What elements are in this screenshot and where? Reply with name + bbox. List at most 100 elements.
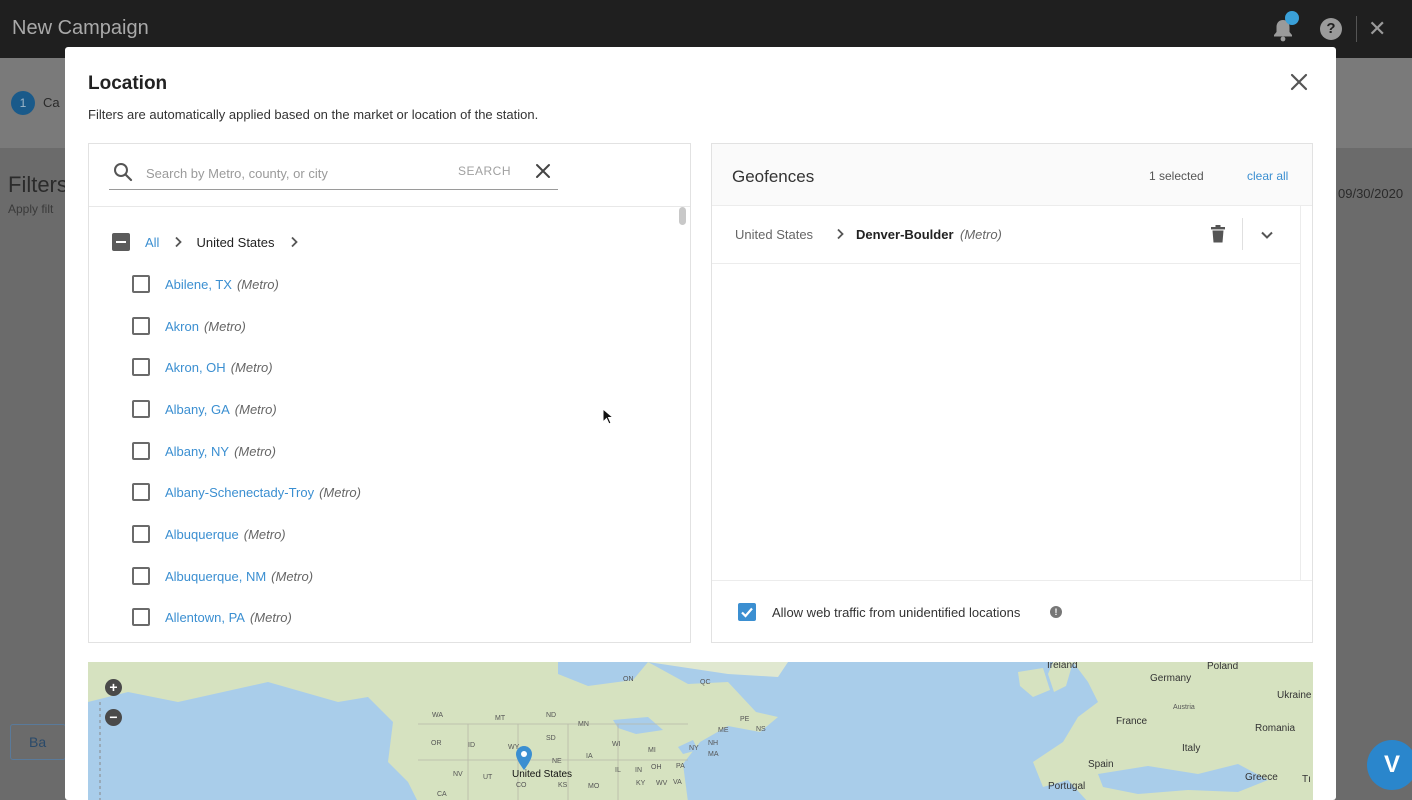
list-item[interactable]: Albuquerque (Metro) xyxy=(132,525,286,543)
map-label-oh: OH xyxy=(651,764,662,771)
map-label-wa: WA xyxy=(432,712,444,719)
list-item[interactable]: Abilene, TX (Metro) xyxy=(132,275,279,293)
map-label-ny: NY xyxy=(689,745,699,752)
list-item[interactable]: Albany, GA (Metro) xyxy=(132,400,277,418)
chevron-right-icon[interactable] xyxy=(289,236,299,248)
chevron-right-icon xyxy=(837,228,844,240)
location-type: (Metro) xyxy=(319,484,361,500)
chat-logo-icon: V xyxy=(1383,751,1400,778)
list-item[interactable]: Albuquerque, NM (Metro) xyxy=(132,567,313,585)
location-list[interactable]: All United States Abilene, TX (Metro) Ak… xyxy=(89,207,690,642)
geofence-item[interactable]: United States Denver-Boulder (Metro) xyxy=(712,206,1300,264)
map-label-ireland: Ireland xyxy=(1047,662,1078,671)
back-label: Ba xyxy=(29,734,47,750)
breadcrumb-all-link[interactable]: All xyxy=(145,235,159,250)
search-bar: SEARCH xyxy=(109,158,558,190)
geofences-scrollbar[interactable] xyxy=(1300,206,1312,580)
app-close-icon[interactable]: ✕ xyxy=(1368,16,1386,42)
list-scrollbar-thumb[interactable] xyxy=(679,207,686,225)
filters-title: Filters xyxy=(8,172,68,197)
location-modal: Location Filters are automatically appli… xyxy=(65,47,1336,800)
map-label-ma: MA xyxy=(708,751,719,758)
close-icon[interactable] xyxy=(1288,71,1310,93)
info-icon[interactable]: ! xyxy=(1050,606,1062,618)
filters-subtitle: Apply filt xyxy=(8,202,54,216)
map-label-wv: WV xyxy=(656,780,668,787)
list-item[interactable]: Albany, NY (Metro) xyxy=(132,442,276,460)
modal-subtitle: Filters are automatically applied based … xyxy=(88,107,539,122)
location-checkbox[interactable] xyxy=(132,483,150,501)
search-button[interactable]: SEARCH xyxy=(458,164,511,178)
location-type: (Metro) xyxy=(203,318,246,334)
geofence-name: Denver-Boulder xyxy=(856,227,954,242)
step-label[interactable]: Ca xyxy=(43,95,60,110)
zoom-out-button[interactable]: − xyxy=(105,709,122,726)
map-label-france: France xyxy=(1116,716,1148,727)
map-label-mn: MN xyxy=(578,721,589,728)
location-name[interactable]: Albany, GA xyxy=(165,402,230,417)
location-checkbox[interactable] xyxy=(132,567,150,585)
map-label-italy: Italy xyxy=(1182,743,1201,754)
map-label-in: IN xyxy=(635,767,642,774)
location-name[interactable]: Abilene, TX xyxy=(165,277,232,292)
map-label-mt: MT xyxy=(495,715,506,722)
location-checkbox[interactable] xyxy=(132,525,150,543)
map-label-va: VA xyxy=(673,779,682,786)
map-label-ks: KS xyxy=(558,782,568,789)
location-name[interactable]: Albuquerque xyxy=(165,527,239,542)
location-name[interactable]: Akron xyxy=(165,319,199,334)
map-label-austria: Austria xyxy=(1173,704,1195,711)
location-name[interactable]: Albany, NY xyxy=(165,444,229,459)
location-type: (Metro) xyxy=(243,526,286,542)
location-checkbox[interactable] xyxy=(132,608,150,626)
map-label-portugal: Portugal xyxy=(1048,781,1086,792)
trash-icon[interactable] xyxy=(1210,225,1226,243)
help-icon[interactable]: ? xyxy=(1320,18,1342,40)
location-checkbox[interactable] xyxy=(132,400,150,418)
zoom-in-button[interactable]: + xyxy=(105,679,122,696)
allow-unidentified-checkbox[interactable] xyxy=(738,603,756,621)
map-label-nd: ND xyxy=(546,712,557,719)
chat-launcher-button[interactable]: V xyxy=(1367,740,1412,790)
geofences-footer: Allow web traffic from unidentified loca… xyxy=(712,580,1312,642)
list-item[interactable]: Albany-Schenectady-Troy (Metro) xyxy=(132,483,361,501)
location-name[interactable]: Albany-Schenectady-Troy xyxy=(165,485,314,500)
clear-all-link[interactable]: clear all xyxy=(1247,169,1288,183)
location-map[interactable]: + − Ireland Poland Germany Austria Ukrai… xyxy=(88,662,1313,800)
step-number[interactable]: 1 xyxy=(11,91,35,115)
location-type: (Metro) xyxy=(234,401,277,417)
clear-search-icon[interactable] xyxy=(534,162,552,180)
list-item[interactable]: Akron, OH (Metro) xyxy=(132,358,273,376)
location-checkbox[interactable] xyxy=(132,275,150,293)
location-type: (Metro) xyxy=(230,359,273,375)
location-checkbox[interactable] xyxy=(132,317,150,335)
location-browser-panel: SEARCH All United States Abilen xyxy=(88,143,691,643)
breadcrumb-country[interactable]: United States xyxy=(196,235,274,250)
search-input[interactable] xyxy=(146,162,446,184)
map-label-poland: Poland xyxy=(1207,662,1239,672)
map-label-il: IL xyxy=(615,767,621,774)
location-checkbox[interactable] xyxy=(132,442,150,460)
map-label-united-states: United States xyxy=(512,769,573,780)
map-label-pa: PA xyxy=(676,763,685,770)
map-marker-icon[interactable] xyxy=(515,745,533,771)
map-label-ut: UT xyxy=(483,774,493,781)
back-button[interactable]: Ba xyxy=(10,724,66,760)
map-label-wi: WI xyxy=(612,741,621,748)
map-label-ky: KY xyxy=(636,780,646,787)
allow-unidentified-label: Allow web traffic from unidentified loca… xyxy=(772,605,1021,620)
location-name[interactable]: Albuquerque, NM xyxy=(165,569,266,584)
map-label-qc: QC xyxy=(700,679,711,686)
map-label-ia: IA xyxy=(586,753,593,760)
map-label-pe: PE xyxy=(740,716,750,723)
date-text: 09/30/2020 xyxy=(1338,186,1404,201)
list-item[interactable]: Allentown, PA (Metro) xyxy=(132,608,292,626)
chevron-down-icon[interactable] xyxy=(1260,230,1274,240)
list-item[interactable]: Akron (Metro) xyxy=(132,317,246,335)
location-name[interactable]: Allentown, PA xyxy=(165,610,245,625)
select-all-checkbox[interactable] xyxy=(112,233,130,251)
checkmark-icon xyxy=(741,607,753,618)
location-type: (Metro) xyxy=(234,443,276,459)
location-name[interactable]: Akron, OH xyxy=(165,360,226,375)
location-checkbox[interactable] xyxy=(132,358,150,376)
